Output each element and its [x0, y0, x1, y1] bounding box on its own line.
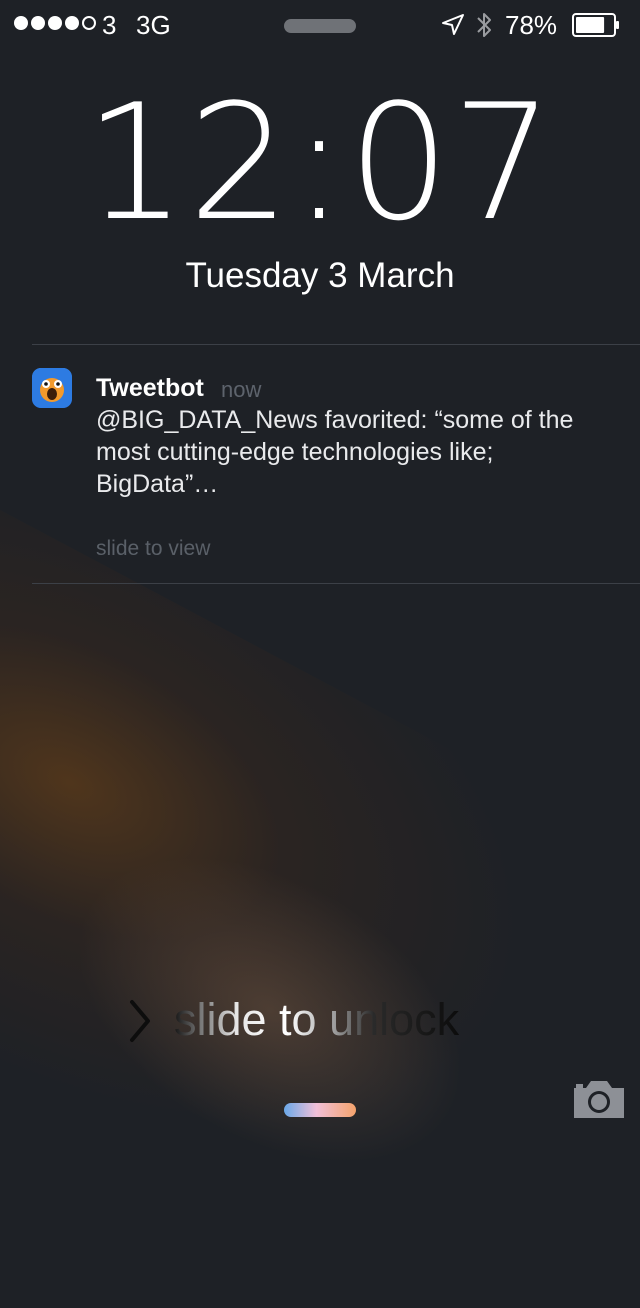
slide-to-view-hint: slide to view — [96, 537, 211, 560]
tweetbot-app-icon — [32, 368, 72, 408]
notification-center-grabber[interactable] — [284, 19, 356, 33]
network-type: 3G — [136, 10, 171, 40]
signal-dot — [65, 16, 79, 30]
notification-divider-top — [32, 344, 640, 345]
chevron-right-icon — [130, 1000, 150, 1042]
battery-icon — [572, 13, 619, 37]
notification-app-name: Tweetbot — [96, 374, 204, 402]
signal-dot — [48, 16, 62, 30]
slide-to-unlock-slider[interactable]: slide to unlock — [174, 994, 459, 1046]
location-arrow-icon — [442, 14, 464, 35]
signal-strength — [14, 16, 96, 30]
lock-screen-date: Tuesday 3 March — [185, 256, 455, 295]
carrier-name: 3 — [102, 10, 117, 40]
notification-divider-bottom — [32, 583, 640, 584]
status-bar: 3 3G 78% — [0, 0, 640, 50]
notification-timestamp: now — [221, 377, 262, 402]
signal-dot — [31, 16, 45, 30]
bluetooth-icon — [477, 13, 491, 37]
signal-dot — [14, 16, 28, 30]
camera-icon[interactable] — [570, 1076, 628, 1122]
control-center-grabber[interactable] — [284, 1103, 356, 1117]
notification-message: @BIG_DATA_News favorited: “some of the m… — [96, 406, 574, 498]
signal-dot — [82, 16, 96, 30]
lock-screen-time: 12:07 — [84, 69, 556, 256]
battery-percentage: 78% — [505, 10, 558, 40]
wallpaper-glow — [0, 492, 638, 1308]
